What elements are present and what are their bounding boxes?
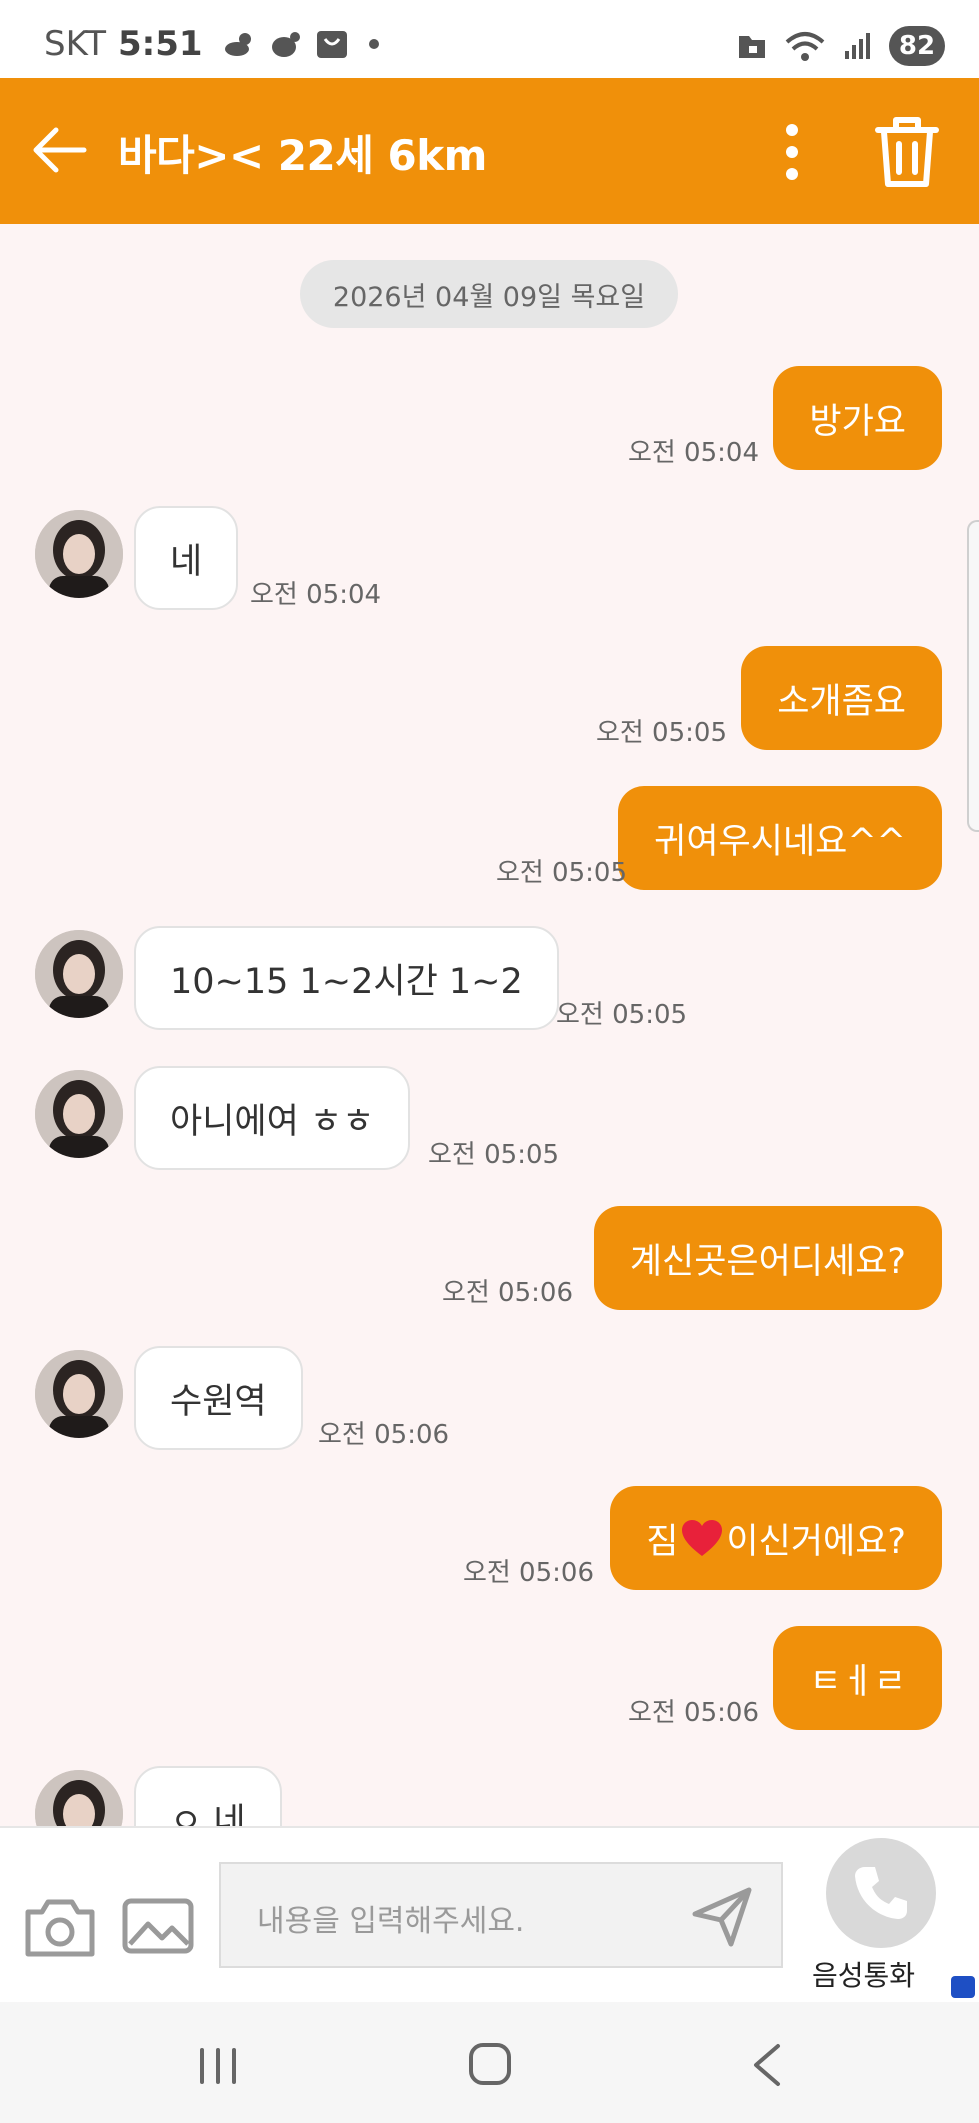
camera-icon[interactable]: [22, 1896, 98, 1960]
notification-dot-icon: [368, 39, 379, 49]
wifi-icon: [785, 32, 825, 61]
sent-message[interactable]: 계신곳은어디세요?: [593, 1206, 942, 1310]
profile-photo-icon: [35, 510, 123, 598]
message-time: 오전 05:06: [627, 1698, 759, 1728]
profile-photo-icon: [35, 1350, 123, 1438]
send-icon[interactable]: [691, 1886, 753, 1948]
received-message[interactable]: 수원역: [134, 1346, 303, 1450]
status-bar: SKT 5:51 82: [0, 0, 979, 78]
red-heart-icon: [682, 1520, 723, 1556]
clock: 5:51: [118, 24, 203, 64]
scroll-handle[interactable]: [967, 520, 979, 832]
sent-message[interactable]: 짐 이신거에요?: [610, 1486, 942, 1590]
message-time: 오전 05:05: [428, 1140, 560, 1170]
weather-icon: [224, 33, 251, 56]
battery-indicator: 82: [889, 26, 945, 66]
message-text: 짐: [646, 1521, 679, 1562]
received-message[interactable]: ㅇ 네: [134, 1766, 282, 1826]
profile-photo-icon: [35, 930, 123, 1018]
trash-icon[interactable]: [872, 114, 942, 190]
message-time: 오전 05:06: [441, 1278, 573, 1308]
signal-icon: [845, 33, 870, 59]
received-message[interactable]: 아니에여 ㅎㅎ: [134, 1066, 411, 1170]
gallery-icon[interactable]: [122, 1898, 194, 1954]
message-input-placeholder: 내용을 입력해주세요.: [257, 1904, 525, 1939]
upload-badge-icon: [951, 1976, 975, 1998]
back-nav-icon[interactable]: [748, 2042, 784, 2088]
message-time: 오전 05:05: [495, 858, 627, 888]
message-time: 오전 05:04: [627, 438, 759, 468]
home-icon[interactable]: [468, 2042, 512, 2086]
recent-apps-icon[interactable]: [196, 2046, 240, 2086]
sent-message[interactable]: 방가요: [773, 366, 942, 470]
avatar[interactable]: [35, 1070, 123, 1158]
message-input-bar: 내용을 입력해주세요. 음성통화: [0, 1826, 979, 2002]
message-text: 이신거에요?: [726, 1521, 906, 1562]
avatar[interactable]: [35, 1350, 123, 1438]
sent-message[interactable]: 귀여우시네요^^: [618, 786, 942, 890]
message-time: 오전 05:06: [318, 1420, 450, 1450]
message-time: 오전 05:05: [556, 1000, 688, 1030]
profile-photo-icon: [35, 1070, 123, 1158]
back-arrow-icon[interactable]: [28, 118, 92, 182]
shopping-bag-icon: [316, 31, 347, 58]
date-separator: 2026년 04월 09일 목요일: [300, 260, 678, 328]
message-input[interactable]: 내용을 입력해주세요.: [219, 1862, 783, 1968]
more-options-icon[interactable]: [770, 120, 814, 184]
avatar[interactable]: [35, 930, 123, 1018]
system-nav-bar: [0, 2002, 979, 2123]
voice-call-button[interactable]: [826, 1838, 936, 1948]
avatar[interactable]: [35, 510, 123, 598]
sent-message[interactable]: 소개좀요: [741, 646, 942, 750]
sent-message[interactable]: ㅌㅔㄹ: [773, 1626, 942, 1730]
message-time: 오전 05:04: [250, 580, 382, 610]
profile-photo-icon: [35, 1770, 123, 1826]
message-time: 오전 05:06: [462, 1558, 594, 1588]
cafe-icon: [271, 32, 300, 57]
carrier-label: SKT: [44, 24, 107, 64]
phone-icon: [855, 1867, 907, 1919]
message-time: 오전 05:05: [595, 718, 727, 748]
folder-lock-icon: [739, 36, 765, 58]
avatar[interactable]: [35, 1770, 123, 1826]
chat-area[interactable]: 2026년 04월 09일 목요일 방가요 오전 05:04 네 오전 05:0…: [0, 224, 979, 1826]
voice-call-label[interactable]: 음성통화: [812, 1954, 915, 1994]
received-message[interactable]: 10~15 1~2시간 1~2: [134, 926, 559, 1030]
chat-header: 바다>< 22세 6km: [0, 78, 979, 224]
received-message[interactable]: 네: [134, 506, 239, 610]
chat-title: 바다>< 22세 6km: [118, 131, 487, 180]
